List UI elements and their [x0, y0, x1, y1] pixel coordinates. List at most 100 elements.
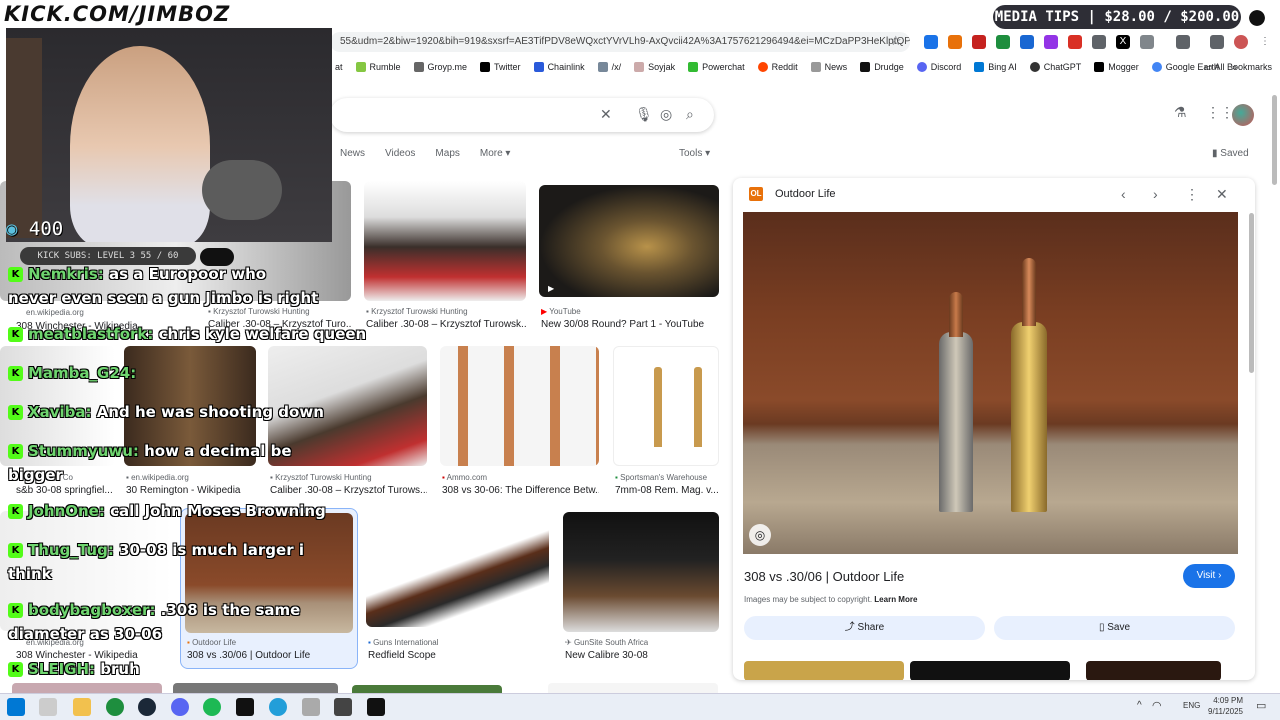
bookmark-item[interactable]: Reddit [757, 62, 798, 72]
lens-icon[interactable]: ◎ [660, 106, 672, 123]
extension-icon[interactable] [1020, 35, 1034, 49]
labs-icon[interactable]: ⚗ [1174, 104, 1187, 121]
mic-icon[interactable]: 🎙 [635, 106, 653, 123]
image-result[interactable]: ✈ GunSite South Africa New Calibre 30-08 [563, 512, 719, 663]
result-thumbnail[interactable] [539, 185, 719, 297]
network-icon[interactable]: ◠ [1152, 699, 1162, 712]
panel-main-image[interactable]: ◎ [743, 212, 1238, 554]
app-icon[interactable] [367, 698, 385, 716]
tab-search-icon[interactable] [1176, 35, 1190, 49]
bookmark-item[interactable]: Rumble [355, 62, 401, 72]
telegram-icon[interactable] [269, 698, 287, 716]
saved-button[interactable]: ▮ Saved [1212, 148, 1249, 159]
bookmark-item[interactable]: Mogger [1094, 62, 1139, 72]
page-scrollbar[interactable] [1272, 95, 1277, 185]
task-view-icon[interactable] [39, 698, 57, 716]
bookmark-item[interactable]: Powerchat [688, 62, 745, 72]
start-icon[interactable] [7, 698, 25, 716]
tab-videos[interactable]: Videos [385, 148, 415, 159]
prev-icon[interactable]: ‹ [1121, 186, 1126, 202]
tab-maps[interactable]: Maps [435, 148, 459, 159]
address-bar[interactable]: 55&udm=2&biw=1920&bih=919&sxsrf=AE3TifPD… [330, 32, 910, 52]
bookmark-item[interactable]: Discord [916, 62, 961, 72]
image-result[interactable]: ▪ Guns International Redfield Scope [366, 517, 549, 663]
result-thumbnail[interactable] [440, 346, 599, 466]
panel-site-name[interactable]: Outdoor Life [775, 188, 836, 200]
visit-button[interactable]: Visit › [1183, 564, 1235, 588]
lens-icon[interactable]: ◎ [749, 524, 771, 546]
result-thumbnail[interactable] [613, 346, 719, 466]
result-title[interactable]: New Calibre 30-08 [565, 650, 648, 661]
image-result[interactable]: ▪ Ammo.com 308 vs 30-06: The Difference … [440, 346, 599, 498]
menu-icon[interactable] [1210, 35, 1224, 49]
search-box[interactable]: ✕ 🎙 ◎ ⌕ [330, 98, 714, 132]
result-title[interactable]: 30 Remington - Wikipedia [126, 485, 241, 496]
save-button[interactable]: ▯ Save [994, 616, 1235, 640]
discord-icon[interactable] [171, 698, 189, 716]
result-title[interactable]: 308 vs 30-06: The Difference Betw... [442, 485, 599, 496]
image-result-partial[interactable] [352, 685, 502, 693]
bookmark-item[interactable]: /x/ [597, 62, 621, 72]
extension-icon[interactable] [972, 35, 986, 49]
panel-scrollbar[interactable] [1249, 213, 1254, 373]
x-icon[interactable]: X [1116, 35, 1130, 49]
extension-icon[interactable] [924, 35, 938, 49]
bookmark-item[interactable]: News [810, 62, 847, 72]
next-icon[interactable]: › [1153, 186, 1158, 202]
all-bookmarks[interactable]: ▭ All Bookmarks [1204, 58, 1272, 76]
close-icon[interactable]: ✕ [1216, 186, 1228, 203]
bookmark-item[interactable]: ChatGPT [1029, 62, 1081, 72]
clock-date[interactable]: 9/11/2025 [1203, 707, 1243, 716]
avatar[interactable] [1232, 104, 1254, 126]
profile-icon[interactable] [1234, 35, 1248, 49]
language-indicator[interactable]: ENG [1183, 701, 1200, 710]
tab-more[interactable]: More ▾ [480, 148, 511, 159]
clock-time[interactable]: 4:09 PM [1203, 696, 1243, 705]
result-thumbnail[interactable] [563, 512, 719, 632]
learn-more-link[interactable]: Learn More [874, 595, 917, 604]
image-result-selected[interactable]: ▪ Outdoor Life 308 vs .30/06 | Outdoor L… [180, 508, 358, 669]
puzzle-icon[interactable] [1140, 35, 1154, 49]
extension-icon[interactable] [1068, 35, 1082, 49]
image-result-partial[interactable] [173, 683, 338, 693]
extension-icon[interactable] [1044, 35, 1058, 49]
result-title[interactable]: Redfield Scope [368, 650, 436, 661]
notifications-icon[interactable]: ▭ [1256, 699, 1266, 712]
image-result[interactable]: ▪ Krzysztof Turowski Hunting Caliber .30… [364, 181, 526, 333]
bookmark-item[interactable]: Twitter [480, 62, 521, 72]
spotify-icon[interactable] [203, 698, 221, 716]
bookmark-item[interactable]: Drudge [860, 62, 904, 72]
tray-chevron-icon[interactable]: ^ [1137, 700, 1142, 711]
extension-icon[interactable] [1092, 35, 1106, 49]
app-icon[interactable] [236, 698, 254, 716]
bookmark-item[interactable]: Bing AI [974, 62, 1017, 72]
image-result-partial[interactable] [548, 683, 718, 693]
share-button[interactable]: ⤴ Share [744, 616, 985, 640]
app-icon[interactable] [302, 698, 320, 716]
chrome-icon[interactable] [106, 698, 124, 716]
extension-icon[interactable] [996, 35, 1010, 49]
related-image[interactable] [1086, 661, 1221, 680]
image-result[interactable]: ▪ Krzysztof Turowski Hunting Caliber .30… [268, 346, 427, 498]
result-title[interactable]: Caliber .30-08 – Krzysztof Turows... [270, 485, 427, 496]
image-result[interactable]: ▪ en.wikipedia.org 30 Remington - Wikipe… [124, 346, 256, 498]
bookmark-item[interactable]: Chainlink [533, 62, 585, 72]
clear-icon[interactable]: ✕ [600, 106, 612, 123]
result-title[interactable]: 7mm-08 Rem. Mag. v... [615, 485, 719, 496]
bookmark-star-icon[interactable]: ☆ [890, 33, 902, 49]
related-image[interactable] [744, 661, 904, 680]
image-result-partial[interactable] [12, 683, 162, 693]
extension-icon[interactable] [948, 35, 962, 49]
result-title[interactable]: 308 vs .30/06 | Outdoor Life [187, 650, 310, 661]
bookmark-item[interactable]: Groyp.me [413, 62, 467, 72]
result-title[interactable]: New 30/08 Round? Part 1 - YouTube [541, 319, 704, 330]
search-icon[interactable]: ⌕ [686, 106, 694, 123]
panel-title[interactable]: 308 vs .30/06 | Outdoor Life [744, 569, 904, 584]
result-title[interactable]: s&b 30-08 springfiel... [16, 485, 113, 496]
app-icon[interactable] [334, 698, 352, 716]
tools-button[interactable]: Tools ▾ [679, 148, 710, 159]
steam-icon[interactable] [138, 698, 156, 716]
image-result[interactable]: ▶ ▶ YouTube New 30/08 Round? Part 1 - Yo… [539, 185, 719, 333]
result-thumbnail[interactable] [364, 181, 526, 301]
apps-icon[interactable]: ⋮⋮ [1206, 104, 1234, 121]
